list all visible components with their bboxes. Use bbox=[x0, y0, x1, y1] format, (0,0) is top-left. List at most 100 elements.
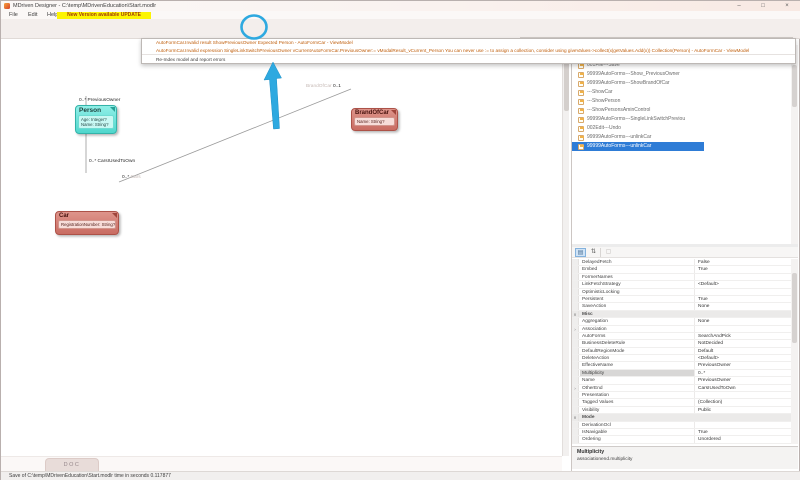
expand-icon[interactable]: › bbox=[572, 385, 579, 391]
class-box-car[interactable]: Car RegistrationNumber: String? bbox=[55, 211, 119, 235]
canvas-vertical-scrollbar[interactable] bbox=[562, 49, 569, 456]
property-row[interactable]: Aggregation None bbox=[572, 318, 791, 325]
property-row[interactable]: Multiplicity 0..* bbox=[572, 370, 791, 377]
property-row[interactable]: EffectiveName PreviousOwner bbox=[572, 362, 791, 369]
expand-icon[interactable] bbox=[572, 259, 579, 265]
expand-icon[interactable] bbox=[572, 274, 579, 280]
property-value[interactable]: PreviousOwner bbox=[698, 362, 731, 369]
maximize-button[interactable]: □ bbox=[753, 1, 773, 11]
property-category-row[interactable]: ∨ Mode bbox=[572, 414, 791, 421]
list-item[interactable]: 99999AutoForms---unlinkCar bbox=[572, 142, 704, 151]
expand-icon[interactable] bbox=[572, 392, 579, 398]
property-value[interactable]: None bbox=[698, 318, 709, 325]
list-item[interactable]: 99999AutoForms---ShowBrandOfCar bbox=[572, 79, 791, 88]
association-end-cars[interactable]: 0..* Cars bbox=[122, 175, 141, 180]
property-pages-button[interactable]: ▢ bbox=[603, 248, 614, 257]
expand-icon[interactable] bbox=[572, 370, 579, 376]
expand-icon[interactable] bbox=[572, 348, 579, 354]
property-value[interactable]: True bbox=[698, 296, 708, 303]
categorized-view-button[interactable]: ▤ bbox=[575, 248, 586, 257]
property-row[interactable]: › Association bbox=[572, 326, 791, 333]
property-row[interactable]: SaveAction None bbox=[572, 303, 791, 310]
property-value[interactable]: True bbox=[698, 266, 708, 273]
list-item[interactable]: ---ShowCar bbox=[572, 88, 791, 97]
expand-icon[interactable] bbox=[572, 399, 579, 405]
error-item[interactable]: AutoFormCar.Invalid result ShowPreviousO… bbox=[142, 39, 795, 47]
tab-doc[interactable]: DOC bbox=[45, 458, 99, 472]
expand-icon[interactable]: ∨ bbox=[572, 311, 579, 317]
property-row[interactable]: DerivationOcl bbox=[572, 422, 791, 429]
property-row[interactable]: Name PreviousOwner bbox=[572, 377, 791, 384]
property-value[interactable]: Public bbox=[698, 407, 711, 414]
property-row[interactable]: LinkFetchStrategy <Default> bbox=[572, 281, 791, 288]
property-row[interactable]: › OtherEnd CarsIUsedToOwn bbox=[572, 385, 791, 392]
expand-icon[interactable] bbox=[572, 333, 579, 339]
class-box-brandofcar[interactable]: BrandOfCar Name: String? bbox=[351, 108, 398, 131]
update-available-badge[interactable]: New Version available UPDATE bbox=[57, 12, 151, 19]
expand-icon[interactable] bbox=[572, 407, 579, 413]
property-value[interactable]: 0..* bbox=[698, 370, 705, 377]
menu-edit[interactable]: Edit bbox=[28, 11, 37, 19]
property-row[interactable]: Presentation bbox=[572, 392, 791, 399]
expand-icon[interactable]: › bbox=[572, 326, 579, 332]
alphabetical-sort-button[interactable]: ⇅ bbox=[588, 248, 599, 257]
reindex-action[interactable]: Re-Index model and report errors bbox=[142, 54, 795, 63]
property-row[interactable]: DefaultRegionMode Default bbox=[572, 348, 791, 355]
property-value[interactable]: None bbox=[698, 303, 709, 310]
expand-icon[interactable] bbox=[572, 340, 579, 346]
list-item[interactable]: ---ShowPersonsAminControl bbox=[572, 106, 791, 115]
property-row[interactable]: Tagged Values (Collection) bbox=[572, 399, 791, 406]
diagram-canvas[interactable]: Person Age: Integer? Name: String? Car R… bbox=[1, 39, 571, 456]
expand-icon[interactable] bbox=[572, 303, 579, 309]
expand-icon[interactable] bbox=[572, 429, 579, 435]
property-row[interactable]: BusinessDeleteRule NotDecided bbox=[572, 340, 791, 347]
close-button[interactable]: × bbox=[777, 1, 797, 11]
property-value[interactable]: False bbox=[698, 259, 710, 266]
expand-icon[interactable] bbox=[572, 266, 579, 272]
property-value[interactable]: True bbox=[698, 429, 708, 436]
property-grid-scrollbar[interactable] bbox=[791, 259, 798, 444]
list-vertical-scrollbar[interactable] bbox=[791, 45, 798, 244]
property-value[interactable]: SearchAndPick bbox=[698, 333, 731, 340]
scrollbar-thumb[interactable] bbox=[792, 273, 797, 343]
attribute[interactable]: RegistrationNumber: String? bbox=[61, 222, 113, 228]
property-row[interactable]: DelayedFetch False bbox=[572, 259, 791, 266]
list-item[interactable]: 99999AutoForms---unlinkCar bbox=[572, 133, 791, 142]
scrollbar-thumb[interactable] bbox=[792, 65, 797, 107]
property-value[interactable]: Default bbox=[698, 348, 713, 355]
property-row[interactable]: Embed True bbox=[572, 266, 791, 273]
association-end-previousowner[interactable]: 0..* PreviousOwner bbox=[79, 98, 120, 103]
list-item[interactable]: 99999AutoForms---SingleLinkSwitchPreviou bbox=[572, 115, 791, 124]
property-value[interactable]: CarsIUsedToOwn bbox=[698, 385, 736, 392]
list-item[interactable]: 99999AutoForms---Show_PreviousOwner bbox=[572, 70, 791, 79]
expand-icon[interactable]: ∨ bbox=[572, 414, 579, 420]
expand-icon[interactable] bbox=[572, 289, 579, 295]
property-row[interactable]: DeleteAction <Default> bbox=[572, 355, 791, 362]
expand-icon[interactable] bbox=[572, 281, 579, 287]
attribute[interactable]: Name: String? bbox=[357, 119, 392, 125]
expand-icon[interactable] bbox=[572, 422, 579, 428]
property-value[interactable]: <Default> bbox=[698, 355, 719, 362]
property-value[interactable]: <Default> bbox=[698, 281, 719, 288]
property-value[interactable]: Unordered bbox=[698, 436, 721, 443]
menu-file[interactable]: File bbox=[9, 11, 18, 19]
attribute[interactable]: Name: String? bbox=[81, 122, 111, 128]
association-end-carsiusedtoown[interactable]: 0..* CarsIUsedToOwn bbox=[89, 159, 135, 164]
property-row[interactable]: Persistent True bbox=[572, 296, 791, 303]
list-item[interactable]: ---ShowPerson bbox=[572, 97, 791, 106]
property-row[interactable]: Ordering Unordered bbox=[572, 436, 791, 443]
property-row[interactable]: AutoForms SearchAndPick bbox=[572, 333, 791, 340]
property-value[interactable]: PreviousOwner bbox=[698, 377, 731, 384]
property-row[interactable]: IsNavigable True bbox=[572, 429, 791, 436]
property-value[interactable]: NotDecided bbox=[698, 340, 723, 347]
association-end-brandofcar[interactable]: BrandOfCar 0..1 bbox=[306, 84, 341, 89]
expand-icon[interactable] bbox=[572, 377, 579, 383]
property-row[interactable]: OptimisticLocking bbox=[572, 289, 791, 296]
expand-icon[interactable] bbox=[572, 436, 579, 442]
property-row[interactable]: FormerNames bbox=[572, 274, 791, 281]
list-item[interactable]: 002Edit---Undo bbox=[572, 124, 791, 133]
minimize-button[interactable]: – bbox=[729, 1, 749, 11]
property-category-row[interactable]: ∨ Misc bbox=[572, 311, 791, 318]
property-value[interactable]: (Collection) bbox=[698, 399, 722, 406]
expand-icon[interactable] bbox=[572, 296, 579, 302]
